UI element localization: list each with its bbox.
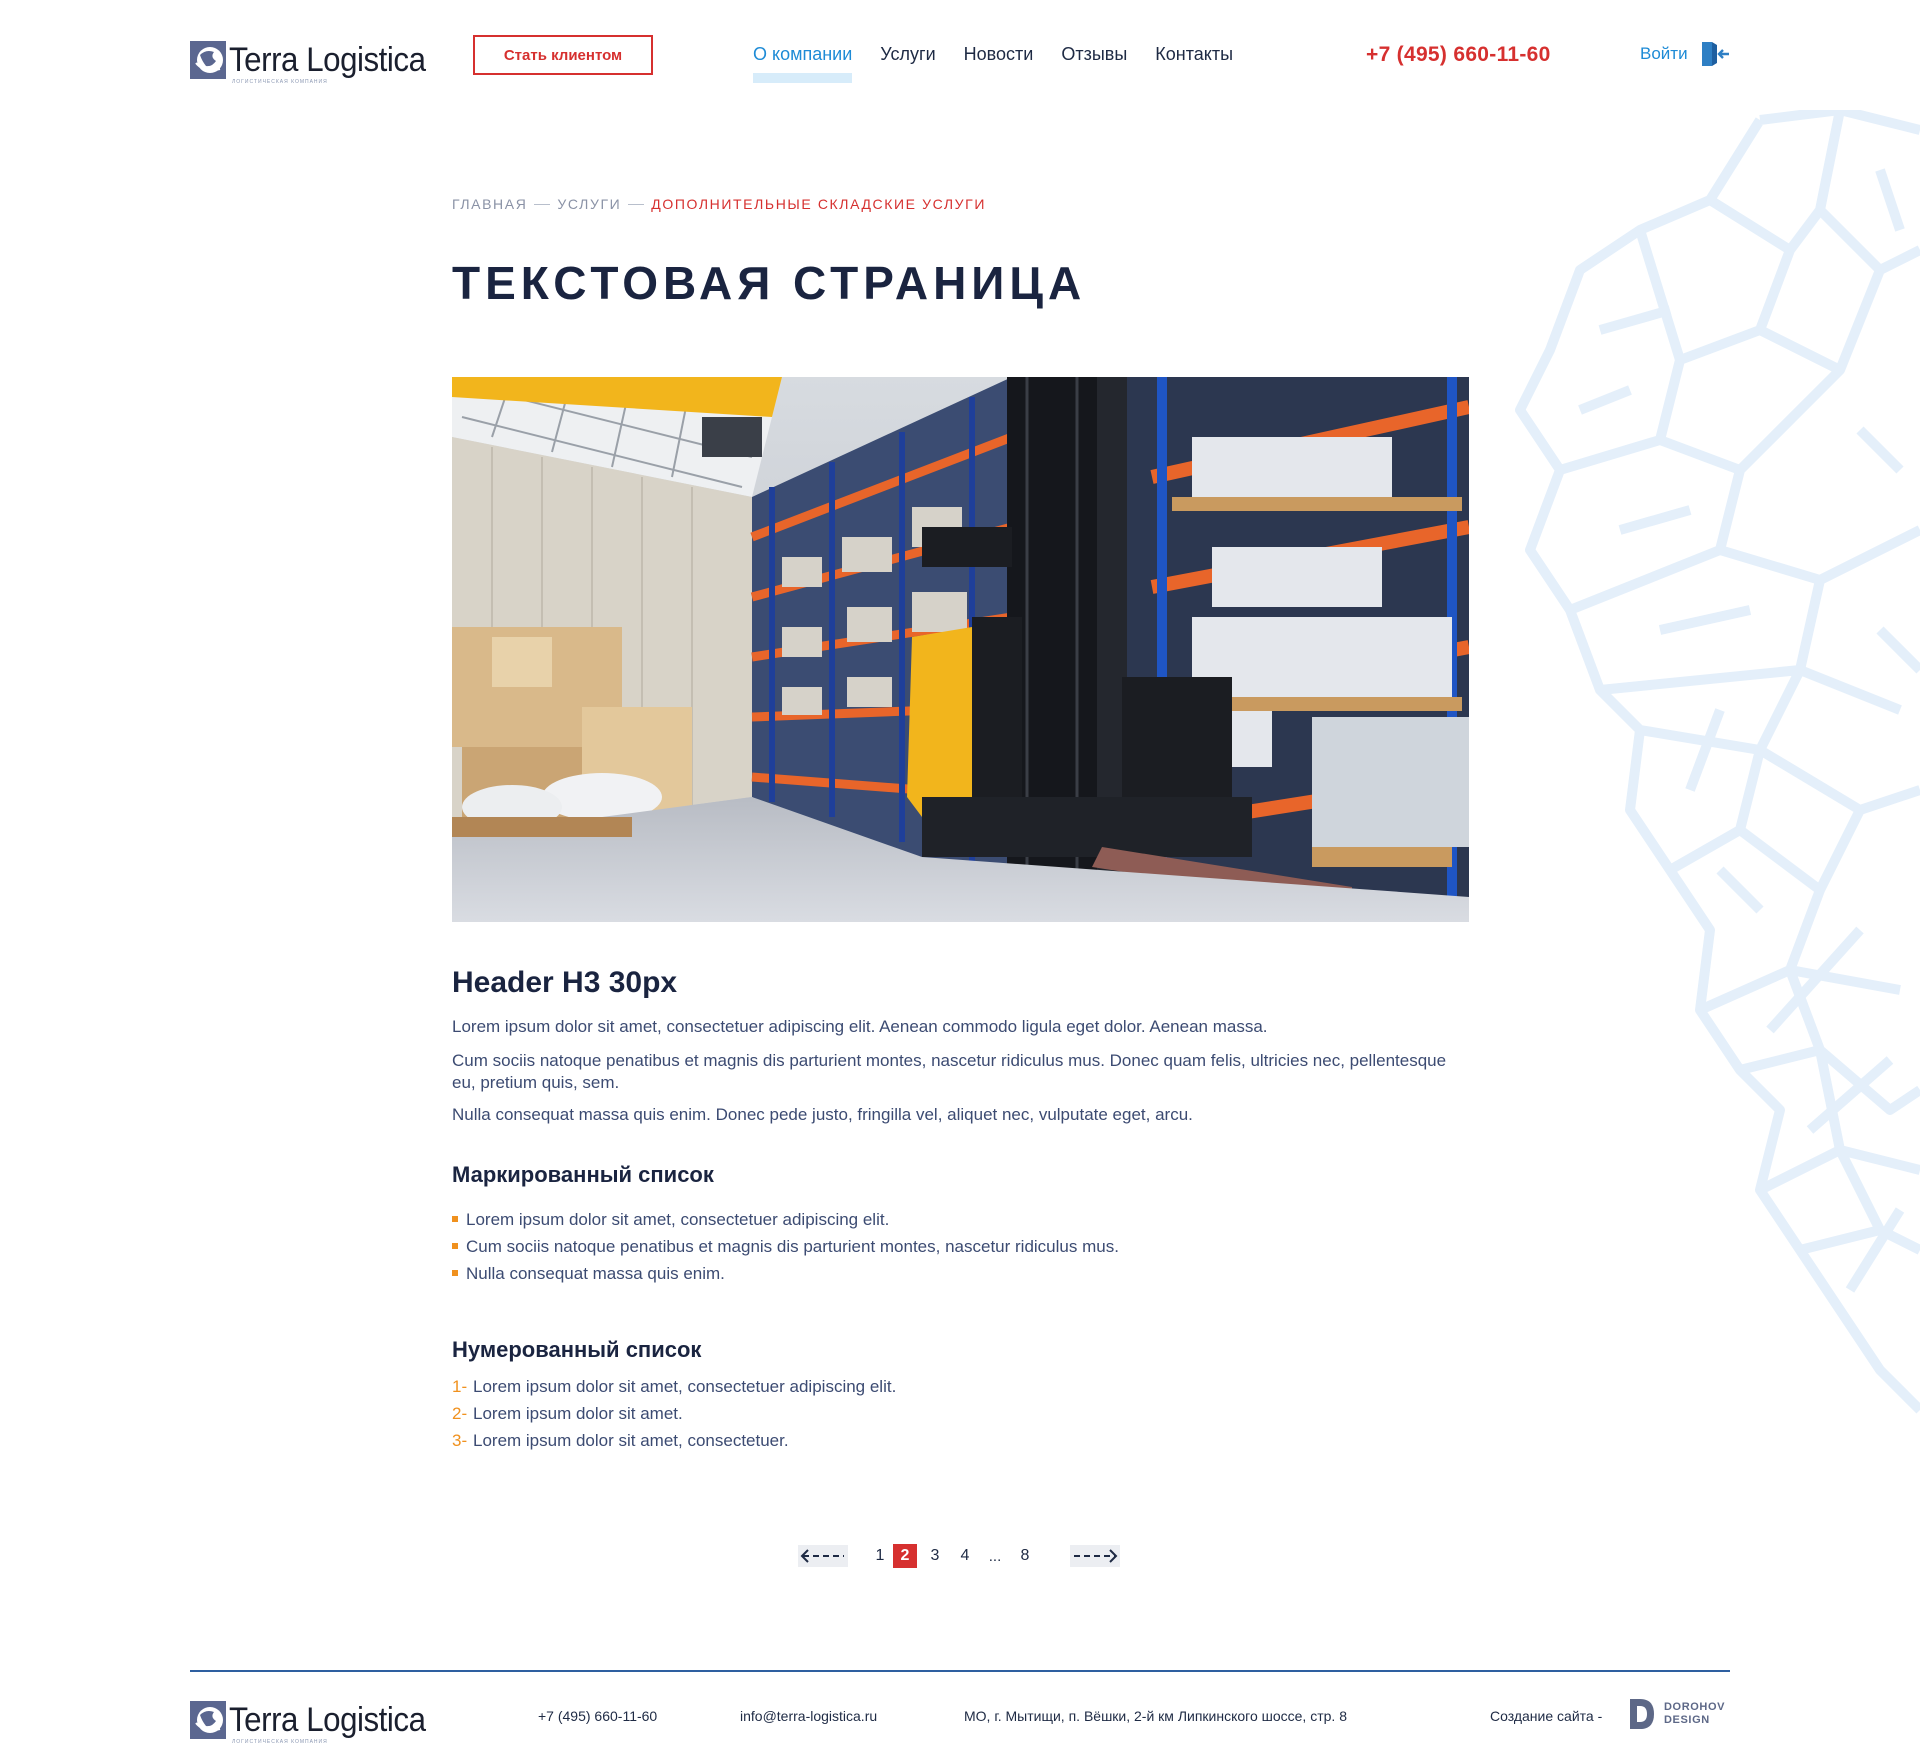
designer-d-logo-icon	[1630, 1699, 1654, 1729]
designer-logo-link[interactable]: DOROHOV DESIGN	[1628, 1697, 1725, 1731]
list-number: 1-	[452, 1376, 468, 1396]
become-client-button[interactable]: Стать клиентом	[473, 35, 653, 75]
pagination: 1 2 3 4 ... 8	[798, 1544, 1120, 1568]
designer-line2: DESIGN	[1664, 1714, 1710, 1726]
nav-item-about[interactable]: О компании	[753, 44, 853, 83]
list-item: 3- Lorem ipsum dolor sit amet, consectetu…	[452, 1427, 1469, 1454]
list-item: Nulla consequat massa quis enim.	[452, 1260, 1469, 1287]
section-header-h3: Header H3 30px	[452, 965, 678, 999]
list-item-text: Lorem ipsum dolor sit amet.	[473, 1403, 683, 1423]
site-footer: Terra Logistica логистическая компания +…	[190, 1694, 1730, 1745]
list-item-text: Lorem ipsum dolor sit amet, consectetuer…	[473, 1376, 897, 1396]
list-number: 3-	[452, 1430, 468, 1450]
breadcrumb-separator	[628, 203, 645, 205]
logo-text: Terra Logistica	[229, 1701, 426, 1739]
footer-credit: Создание сайта -	[1490, 1708, 1603, 1724]
arrow-right-icon	[1074, 1549, 1118, 1563]
logo-text: Terra Logistica	[229, 41, 426, 79]
list-item-text: Nulla consequat massa quis enim.	[466, 1263, 725, 1283]
list-item: 1- Lorem ipsum dolor sit amet, consectetu…	[452, 1373, 1469, 1400]
logo-subtitle: логистическая компания	[232, 1739, 328, 1745]
pagination-ellipsis: ...	[988, 1547, 1002, 1565]
page-3-link[interactable]: 3	[920, 1547, 950, 1565]
page-4-link[interactable]: 4	[950, 1547, 980, 1565]
header-phone-link[interactable]: +7 (495) 660-11-60	[1366, 43, 1551, 67]
globe-logo-icon	[190, 41, 226, 79]
footer-phone-link[interactable]: +7 (495) 660-11-60	[538, 1708, 657, 1724]
warehouse-photo	[452, 376, 1469, 922]
list-item: 2- Lorem ipsum dolor sit amet.	[452, 1400, 1469, 1427]
logo-subtitle: логистическая компания	[232, 79, 328, 85]
list-item: Lorem ipsum dolor sit amet, consectetuer…	[452, 1206, 1469, 1233]
breadcrumb-home[interactable]: ГЛАВНАЯ	[452, 196, 527, 212]
numbered-list: 1- Lorem ipsum dolor sit amet, consectetu…	[452, 1373, 1469, 1454]
warehouse-illustration	[452, 376, 1469, 922]
nav-item-contacts[interactable]: Контакты	[1155, 44, 1233, 70]
nav-item-services[interactable]: Услуги	[880, 44, 935, 70]
page-title: ТЕКСТОВАЯ СТРАНИЦА	[452, 257, 1087, 309]
door-enter-icon	[1701, 42, 1729, 66]
footer-email-link[interactable]: info@terra-logistica.ru	[740, 1708, 877, 1724]
bullet-marker	[452, 1270, 458, 1277]
page-1-link[interactable]: 1	[870, 1547, 890, 1565]
list-item-text: Lorem ipsum dolor sit amet, consectetuer…	[466, 1209, 890, 1229]
bullet-marker	[452, 1243, 458, 1250]
page-last-link[interactable]: 8	[1010, 1547, 1040, 1565]
prev-page-button[interactable]	[798, 1545, 848, 1567]
breadcrumb: ГЛАВНАЯ УСЛУГИ ДОПОЛНИТЕЛЬНЫЕ СКЛАДСКИЕ …	[452, 196, 1469, 212]
bulleted-list-title: Маркированный список	[452, 1161, 714, 1187]
nav-item-reviews[interactable]: Отзывы	[1061, 44, 1127, 70]
next-page-button[interactable]	[1070, 1545, 1120, 1567]
paragraph: Cum sociis natoque penatibus et magnis d…	[452, 1050, 1447, 1092]
main-nav: О компании Услуги Новости Отзывы Контакт…	[753, 44, 1261, 83]
paragraph: Nulla consequat massa quis enim. Donec p…	[452, 1104, 1193, 1124]
header-logo[interactable]: Terra Logistica логистическая компания	[190, 36, 443, 85]
site-header: Terra Logistica логистическая компания С…	[190, 30, 1730, 110]
bullet-marker	[452, 1216, 458, 1223]
main-content: ГЛАВНАЯ УСЛУГИ ДОПОЛНИТЕЛЬНЫЕ СКЛАДСКИЕ …	[452, 196, 1469, 1454]
page-2-current[interactable]: 2	[893, 1544, 917, 1568]
globe-logo-icon	[190, 1701, 226, 1739]
background-map-decoration	[1515, 110, 1920, 1414]
login-button[interactable]: Войти	[1640, 40, 1730, 68]
list-item-text: Cum sociis natoque penatibus et magnis d…	[466, 1236, 1119, 1256]
nav-item-news[interactable]: Новости	[964, 44, 1034, 70]
bulleted-list: Lorem ipsum dolor sit amet, consectetuer…	[452, 1206, 1469, 1287]
footer-divider	[190, 1670, 1730, 1672]
designer-line1: DOROHOV	[1664, 1701, 1726, 1713]
footer-logo[interactable]: Terra Logistica логистическая компания	[190, 1696, 443, 1745]
breadcrumb-current: ДОПОЛНИТЕЛЬНЫЕ СКЛАДСКИЕ УСЛУГИ	[651, 196, 986, 212]
breadcrumb-services[interactable]: УСЛУГИ	[557, 196, 621, 212]
numbered-list-title: Нумерованный список	[452, 1336, 702, 1362]
breadcrumb-separator	[534, 203, 551, 205]
list-item-text: Lorem ipsum dolor sit amet, consectetuer…	[473, 1430, 789, 1450]
footer-address: МО, г. Мытищи, п. Вёшки, 2-й км Липкинск…	[964, 1708, 1347, 1724]
arrow-left-icon	[800, 1549, 844, 1563]
paragraph: Lorem ipsum dolor sit amet, consectetuer…	[452, 1016, 1268, 1036]
list-item: Cum sociis natoque penatibus et magnis d…	[452, 1233, 1469, 1260]
login-label: Войти	[1640, 44, 1688, 63]
list-number: 2-	[452, 1403, 468, 1423]
designer-name: DOROHOV DESIGN	[1664, 1701, 1725, 1727]
